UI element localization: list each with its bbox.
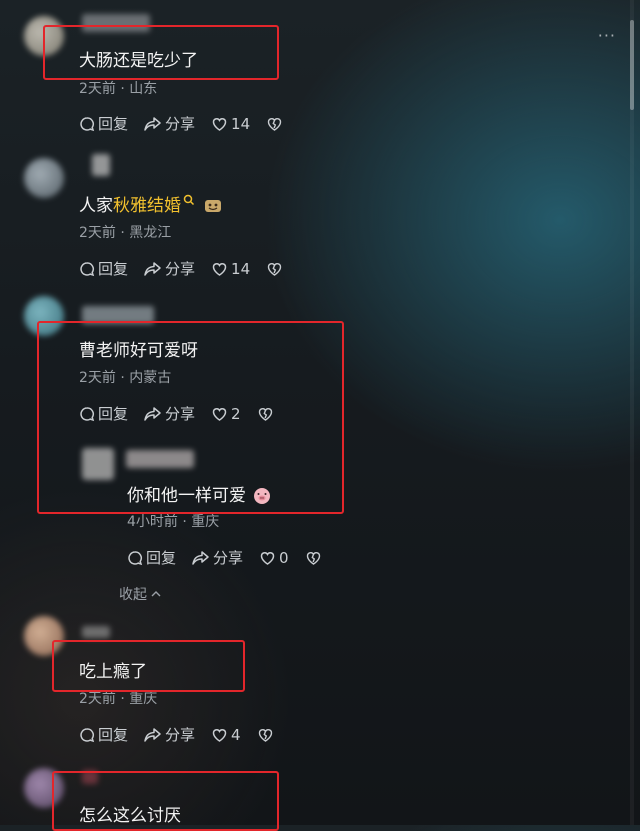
reply-bubble-icon bbox=[128, 550, 143, 565]
broken-heart-icon bbox=[267, 117, 282, 131]
dislike-button[interactable] bbox=[266, 116, 286, 132]
share-arrow-icon bbox=[144, 261, 161, 276]
annotation-box bbox=[37, 321, 344, 514]
share-arrow-icon bbox=[192, 550, 209, 565]
reply-button[interactable]: 回复 bbox=[79, 258, 128, 279]
comment-meta: 2天前 · 黑龙江 bbox=[79, 225, 172, 241]
dislike-button[interactable] bbox=[266, 261, 286, 277]
like-button[interactable]: 14 bbox=[211, 260, 250, 278]
search-icon bbox=[183, 194, 195, 206]
comment-actions: 回复 分享 14 bbox=[79, 258, 302, 279]
like-button[interactable]: 0 bbox=[259, 549, 289, 567]
comment-time: 2天前 bbox=[79, 225, 116, 241]
avatar[interactable] bbox=[24, 158, 64, 198]
comment-location: 黑龙江 bbox=[129, 225, 172, 241]
reply-bubble-icon bbox=[80, 261, 95, 276]
annotation-box bbox=[52, 771, 279, 831]
heart-icon bbox=[212, 728, 227, 742]
username-blurred[interactable] bbox=[82, 626, 110, 638]
comment-time: 2天前 bbox=[79, 81, 116, 97]
like-button[interactable]: 14 bbox=[211, 115, 250, 133]
comment-location: 重庆 bbox=[129, 691, 158, 707]
heart-icon bbox=[212, 262, 227, 276]
scrollbar-thumb[interactable] bbox=[630, 20, 634, 110]
comment-location: 山东 bbox=[129, 81, 158, 97]
broken-heart-icon bbox=[306, 551, 320, 565]
comment-actions: 回复 分享 4 bbox=[79, 724, 293, 745]
reply-meta: 4小时前 · 重庆 bbox=[127, 514, 220, 530]
comment-actions: 回复 分享 14 bbox=[79, 113, 302, 134]
reply-location: 重庆 bbox=[191, 514, 220, 530]
annotation-box bbox=[43, 25, 279, 80]
reply-button[interactable]: 回复 bbox=[79, 724, 128, 745]
reply-time: 4小时前 bbox=[127, 514, 178, 530]
share-button[interactable]: 分享 bbox=[144, 258, 195, 279]
reply-button[interactable]: 回复 bbox=[127, 547, 176, 568]
share-button[interactable]: 分享 bbox=[192, 547, 243, 568]
collapse-replies-button[interactable]: 收起 bbox=[119, 584, 162, 604]
dislike-button[interactable] bbox=[305, 550, 325, 566]
reply-actions: 回复 分享 0 bbox=[127, 547, 341, 568]
broken-heart-icon bbox=[267, 262, 282, 276]
reply-bubble-icon bbox=[80, 727, 95, 742]
like-button[interactable]: 4 bbox=[211, 726, 241, 744]
share-arrow-icon bbox=[144, 727, 161, 742]
comment-time: 2天前 bbox=[79, 691, 116, 707]
reply-button[interactable]: 回复 bbox=[79, 113, 128, 134]
share-arrow-icon bbox=[144, 116, 161, 131]
comment-text: 人家秋雅结婚 bbox=[79, 191, 223, 216]
heart-icon bbox=[260, 551, 275, 565]
scrollbar-track[interactable] bbox=[630, 0, 634, 825]
heart-icon bbox=[212, 117, 227, 131]
highlighted-search-term[interactable]: 秋雅结婚 bbox=[113, 196, 181, 216]
emoji-icon bbox=[205, 200, 221, 212]
annotation-box bbox=[52, 640, 245, 692]
username-blurred[interactable] bbox=[92, 154, 110, 176]
chevron-up-icon bbox=[151, 591, 161, 597]
reply-bubble-icon bbox=[80, 116, 95, 131]
share-button[interactable]: 分享 bbox=[144, 724, 195, 745]
comment-meta: 2天前 · 山东 bbox=[79, 81, 158, 97]
broken-heart-icon bbox=[258, 728, 272, 742]
dislike-button[interactable] bbox=[257, 727, 277, 743]
share-button[interactable]: 分享 bbox=[144, 113, 195, 134]
more-options-icon[interactable]: ··· bbox=[598, 26, 616, 45]
